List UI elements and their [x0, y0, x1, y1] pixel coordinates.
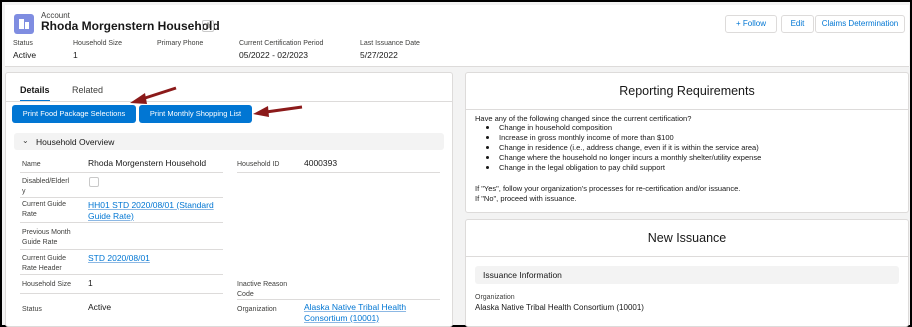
- hierarchy-icon[interactable]: ⋔: [202, 20, 214, 32]
- field-last-issuance: Last Issuance Date 5/27/2022: [360, 40, 420, 60]
- guide-header-label: Current Guide Rate Header: [22, 255, 66, 272]
- issuance-information-section[interactable]: Issuance Information: [475, 266, 899, 284]
- disabled-checkbox: [89, 177, 99, 187]
- follow-label: Follow: [742, 19, 767, 28]
- follow-button[interactable]: + Follow: [725, 15, 777, 33]
- issuance-section-title: Issuance Information: [483, 270, 562, 280]
- household-size-label: Household Size: [22, 281, 72, 288]
- record-header: Account Rhoda Morgenstern Household ⋔ + …: [5, 5, 909, 67]
- status-value: Active: [88, 302, 112, 312]
- record-title: Rhoda Morgenstern Household: [41, 19, 220, 33]
- account-icon: [14, 14, 34, 34]
- details-panel: Details Related Print Food Package Selec…: [5, 72, 453, 327]
- claims-label: Claims Determination: [821, 19, 899, 28]
- tab-details[interactable]: Details: [20, 85, 50, 102]
- organization-label: Organization: [237, 306, 277, 313]
- tab-divider: [6, 101, 452, 102]
- status-label: Status: [22, 306, 42, 313]
- reporting-question: Have any of the following changed since …: [475, 114, 692, 123]
- chevron-down-icon: ⌄: [22, 136, 29, 145]
- guide-header-link[interactable]: STD 2020/08/01: [88, 253, 150, 264]
- issuance-org-label: Organization: [475, 294, 515, 301]
- name-label: Name: [22, 161, 41, 168]
- print-shopping-list-button[interactable]: Print Monthly Shopping List: [139, 105, 252, 123]
- print-food-package-button[interactable]: Print Food Package Selections: [12, 105, 136, 123]
- plus-icon: +: [735, 19, 741, 28]
- guide-rate-label: Current Guide Rate: [22, 201, 66, 218]
- field-household-size: Household Size 1: [73, 40, 123, 60]
- disabled-label: Disabled/Elderl y: [22, 178, 70, 195]
- household-id-value: 4000393: [304, 158, 338, 168]
- issuance-title: New Issuance: [647, 231, 727, 245]
- field-primary-phone: Primary Phone: [157, 40, 204, 47]
- edit-label: Edit: [790, 19, 805, 28]
- inactive-reason-label: Inactive Reason Code: [237, 281, 288, 298]
- reporting-no-text: If "No", proceed with issuance.: [475, 194, 577, 203]
- reporting-title: Reporting Requirements: [619, 84, 755, 98]
- household-overview-section[interactable]: ⌄ Household Overview: [14, 133, 444, 150]
- section-title: Household Overview: [36, 137, 115, 147]
- reporting-requirements-card: Reporting Requirements Have any of the f…: [465, 72, 909, 213]
- reporting-yes-text: If "Yes", follow your organization's pro…: [475, 184, 741, 193]
- edit-button[interactable]: Edit: [781, 15, 814, 33]
- guide-rate-link[interactable]: HH01 STD 2020/08/01 (Standard Guide Rate): [88, 200, 214, 222]
- field-certification-period: Current Certification Period 05/2022 - 0…: [239, 40, 324, 60]
- new-issuance-card: New Issuance Issuance Information Organi…: [465, 219, 909, 327]
- app-frame: Account Rhoda Morgenstern Household ⋔ + …: [0, 0, 912, 327]
- issuance-org-value: Alaska Native Tribal Health Consortium (…: [475, 303, 644, 312]
- claims-determination-button[interactable]: Claims Determination: [815, 15, 905, 33]
- organization-link[interactable]: Alaska Native Tribal Health Consortium (1…: [304, 302, 406, 324]
- field-status: Status Active: [13, 40, 37, 60]
- household-id-label: Household ID: [237, 161, 280, 168]
- household-size-value: 1: [88, 278, 93, 288]
- tab-related[interactable]: Related: [72, 85, 103, 95]
- name-value: Rhoda Morgenstern Household: [88, 158, 207, 168]
- prev-guide-rate-label: Previous Month Guide Rate: [22, 229, 71, 246]
